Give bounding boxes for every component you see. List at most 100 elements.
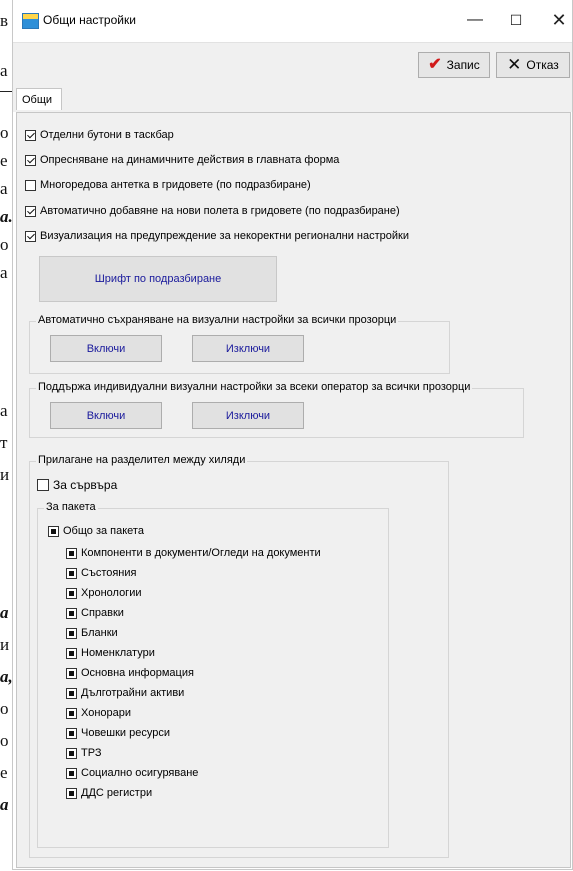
operator-settings-group: Поддържа индивидуални визуални настройки…: [29, 381, 524, 438]
background-text: т: [0, 433, 8, 452]
checkbox-indeterminate-icon[interactable]: [66, 647, 77, 659]
group-title: Автоматично съхраняване на визуални наст…: [36, 314, 399, 326]
checkbox-unchecked-icon[interactable]: [25, 179, 36, 191]
option-auto-add-fields[interactable]: Автоматично добавяне на нови полета в гр…: [25, 205, 400, 217]
option-label: Социално осигуряване: [81, 767, 199, 779]
background-text: а: [0, 603, 9, 622]
save-label: Запис: [446, 58, 480, 72]
group-title: За пакета: [44, 501, 98, 513]
package-item[interactable]: Номенклатури: [66, 647, 155, 659]
option-label: ТРЗ: [81, 747, 102, 759]
background-text: а: [0, 263, 8, 282]
background-document: в а о е а а. о а а т и а и а, о о е а: [0, 0, 12, 871]
group-title: Прилагане на разделител между хиляди: [36, 454, 248, 466]
option-separate-taskbar-buttons[interactable]: Отделни бутони в таскбар: [25, 129, 174, 141]
checkbox-indeterminate-icon[interactable]: [66, 667, 77, 679]
checkbox-indeterminate-icon[interactable]: [66, 607, 77, 619]
default-font-button[interactable]: Шрифт по подразбиране: [39, 256, 277, 302]
cancel-button[interactable]: ✕ Отказ: [496, 52, 570, 78]
background-text: а: [0, 179, 8, 198]
close-button[interactable]: ✕: [540, 6, 573, 34]
checkbox-unchecked-icon[interactable]: [37, 479, 49, 491]
package-item[interactable]: Компоненти в документи/Огледи на докумен…: [66, 547, 321, 559]
operator-disable-button[interactable]: Изключи: [192, 402, 304, 429]
app-icon: [22, 13, 39, 29]
autosave-group: Автоматично съхраняване на визуални наст…: [29, 314, 450, 374]
background-text: а: [0, 401, 8, 420]
package-item[interactable]: ДДС регистри: [66, 787, 152, 799]
option-label: Многоредова антетка в гридовете (по подр…: [40, 179, 311, 191]
package-item[interactable]: Хронологии: [66, 587, 141, 599]
option-regional-settings-warning[interactable]: Визуализация на предупреждение за некоре…: [25, 230, 409, 242]
tab-strip: Общи: [13, 87, 572, 112]
background-text: а.: [0, 207, 12, 226]
package-item[interactable]: Социално осигуряване: [66, 767, 198, 779]
option-label: Дълготрайни активи: [81, 687, 185, 699]
background-text: а: [0, 61, 8, 80]
option-label: Справки: [81, 607, 124, 619]
operator-enable-button[interactable]: Включи: [50, 402, 162, 429]
checkbox-indeterminate-icon[interactable]: [66, 747, 77, 759]
background-text: о: [0, 699, 9, 718]
package-item[interactable]: Основна информация: [66, 667, 194, 679]
option-label: Човешки ресурси: [81, 727, 170, 739]
checkbox-checked-icon[interactable]: [25, 205, 36, 217]
checkbox-indeterminate-icon[interactable]: [66, 707, 77, 719]
option-refresh-dynamic-actions[interactable]: Опресняване на динамичните действия в гл…: [25, 154, 339, 166]
maximize-button[interactable]: ☐: [497, 6, 535, 34]
autosave-enable-button[interactable]: Включи: [50, 335, 162, 362]
checkmark-icon: ✔: [428, 56, 442, 73]
background-text: а,: [0, 667, 12, 686]
background-text: о: [0, 235, 9, 254]
package-item[interactable]: Бланки: [66, 627, 118, 639]
option-label: Компоненти в документи/Огледи на докумен…: [81, 547, 321, 559]
minimize-button[interactable]: —: [456, 6, 494, 34]
option-label: Хронологии: [81, 587, 142, 599]
package-item[interactable]: Състояния: [66, 567, 136, 579]
background-text: а: [0, 795, 9, 814]
option-label: ДДС регистри: [81, 787, 153, 799]
package-item[interactable]: Дълготрайни активи: [66, 687, 184, 699]
package-item[interactable]: Човешки ресурси: [66, 727, 170, 739]
autosave-disable-button[interactable]: Изключи: [192, 335, 304, 362]
checkbox-indeterminate-icon[interactable]: [48, 525, 59, 537]
checkbox-indeterminate-icon[interactable]: [66, 687, 77, 699]
checkbox-checked-icon[interactable]: [25, 154, 36, 166]
checkbox-indeterminate-icon[interactable]: [66, 587, 77, 599]
option-multiline-header[interactable]: Многоредова антетка в гридовете (по подр…: [25, 179, 311, 191]
title-bar[interactable]: Общи настройки — ☐ ✕: [13, 0, 572, 42]
background-text: е: [0, 151, 8, 170]
thousands-separator-group: Прилагане на разделител между хиляди За …: [29, 454, 449, 858]
save-button[interactable]: ✔ Запис: [418, 52, 490, 78]
tab-general[interactable]: Общи: [16, 88, 62, 110]
package-item[interactable]: Хонорари: [66, 707, 131, 719]
background-text: и: [0, 465, 10, 484]
checkbox-indeterminate-icon[interactable]: [66, 627, 77, 639]
option-label: Визуализация на предупреждение за некоре…: [40, 230, 409, 242]
checkbox-checked-icon[interactable]: [25, 230, 36, 242]
package-all[interactable]: Общо за пакета: [48, 525, 144, 537]
package-item[interactable]: Справки: [66, 607, 124, 619]
package-group: За пакета Общо за пакета Компоненти в до…: [37, 501, 389, 848]
settings-dialog: Общи настройки — ☐ ✕ ✔ Запис ✕ Отказ Общ…: [12, 0, 573, 870]
checkbox-indeterminate-icon[interactable]: [66, 727, 77, 739]
option-label: Общо за пакета: [63, 525, 144, 537]
background-text: в: [0, 11, 9, 30]
general-tab-panel: Отделни бутони в таскбар Опресняване на …: [16, 112, 571, 868]
background-text: е: [0, 763, 8, 782]
option-label: Основна информация: [81, 667, 194, 679]
toolbar: ✔ Запис ✕ Отказ: [13, 42, 572, 88]
cancel-label: Отказ: [526, 58, 559, 72]
checkbox-indeterminate-icon[interactable]: [66, 767, 77, 779]
checkbox-indeterminate-icon[interactable]: [66, 567, 77, 579]
checkbox-indeterminate-icon[interactable]: [66, 787, 77, 799]
checkbox-indeterminate-icon[interactable]: [66, 547, 77, 559]
background-text: и: [0, 635, 10, 654]
background-text: о: [0, 123, 9, 142]
close-icon: ✕: [507, 55, 522, 74]
option-label: Опресняване на динамичните действия в гл…: [40, 154, 340, 166]
checkbox-checked-icon[interactable]: [25, 129, 36, 141]
package-item[interactable]: ТРЗ: [66, 747, 101, 759]
background-text: о: [0, 731, 9, 750]
option-for-server[interactable]: За сървъра: [37, 478, 117, 492]
